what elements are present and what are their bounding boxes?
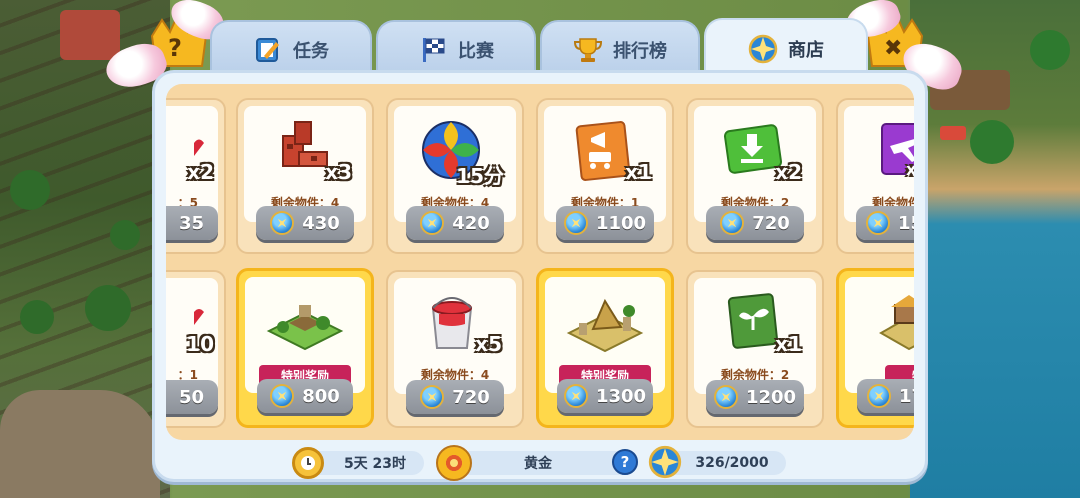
- tab-label: 商店: [788, 40, 824, 61]
- price-button[interactable]: 420: [406, 206, 504, 240]
- item-quantity: x2: [775, 160, 802, 184]
- price-value: 720: [452, 386, 490, 408]
- item-quantity: x5: [475, 332, 502, 356]
- trophy-icon: [573, 35, 603, 65]
- price-button[interactable]: 720: [406, 380, 504, 414]
- help-symbol: ?: [168, 34, 182, 62]
- tab-label: 排行榜: [613, 41, 667, 62]
- price-value: 35: [178, 212, 204, 234]
- shop-item-card[interactable]: 10 ：1 50: [166, 270, 226, 428]
- item-quantity: x1: [775, 332, 802, 356]
- item-quantity: x3: [325, 160, 352, 184]
- compass-coin-icon: [270, 211, 295, 235]
- shop-item-card-special[interactable]: 特别奖励 800: [236, 268, 374, 428]
- garden-plot-icon: [266, 305, 344, 351]
- price-value: 420: [452, 212, 490, 234]
- help-button[interactable]: ?: [100, 0, 229, 96]
- shop-item-card[interactable]: x1 剩余物件：1 1100: [536, 98, 674, 254]
- item-quantity: 10: [186, 332, 214, 356]
- shop-item-card[interactable]: x 剩余物件 15: [836, 98, 914, 254]
- item-quantity: x: [906, 160, 914, 179]
- compass-coin-icon: [720, 211, 745, 235]
- compass-coin-icon: [270, 384, 295, 408]
- price-value: 720: [752, 212, 790, 234]
- shop-item-card-special[interactable]: 特别奖励 1300: [536, 268, 674, 428]
- shop-item-card[interactable]: x2 ：5 35: [166, 98, 226, 254]
- price-value: 17: [899, 385, 914, 407]
- price-button[interactable]: 1100: [556, 206, 654, 240]
- compass-coin-icon: [420, 385, 445, 409]
- price-value: 50: [178, 386, 204, 408]
- checkered-flag-icon: [418, 35, 448, 65]
- shop-item-card[interactable]: x1 剩余物件：2 1200: [686, 270, 824, 428]
- league-pill: 黄金: [446, 451, 630, 475]
- tab-label: 任务: [293, 41, 329, 62]
- ruins-plot-icon: [566, 298, 644, 353]
- price-button[interactable]: 430: [256, 206, 354, 240]
- item-quantity: x2: [187, 160, 214, 184]
- league-name: 黄金: [524, 456, 552, 472]
- price-value: 1300: [595, 385, 647, 407]
- price-value: 1100: [595, 212, 647, 234]
- shop-item-card[interactable]: 15分 剩余物件：4 420: [386, 98, 524, 254]
- time-remaining: 5天 23时: [343, 456, 407, 472]
- compass-coin-icon: [748, 34, 778, 64]
- compass-coin-icon: [420, 211, 445, 235]
- item-quantity: x1: [625, 160, 652, 184]
- price-button[interactable]: 50: [166, 380, 218, 414]
- price-value: 15: [898, 212, 914, 234]
- market-plot-icon: [879, 295, 914, 351]
- points-progress: 326/2000: [695, 455, 769, 471]
- tab-label: 比赛: [458, 41, 494, 62]
- price-value: 1200: [745, 386, 797, 408]
- compass-coin-icon: [648, 445, 682, 479]
- compass-coin-icon: [563, 211, 588, 235]
- price-value: 800: [302, 385, 340, 407]
- shop-item-card[interactable]: x2 剩余物件：2 720: [686, 98, 824, 254]
- item-quantity: 15分: [456, 164, 504, 188]
- price-button[interactable]: 1300: [557, 379, 653, 413]
- question-icon: ?: [620, 453, 630, 471]
- price-button[interactable]: 1200: [706, 380, 804, 414]
- gear-emblem-icon: [436, 445, 472, 481]
- price-button[interactable]: 17: [857, 379, 914, 413]
- league-info-button[interactable]: ?: [612, 449, 638, 475]
- price-button[interactable]: 35: [166, 206, 218, 240]
- compass-coin-icon: [866, 211, 890, 235]
- shop-item-card[interactable]: x3 剩余物件：4 430: [236, 98, 374, 254]
- compass-coin-icon: [563, 384, 588, 408]
- clipboard-pencil-icon: [253, 35, 283, 65]
- compass-coin-icon: [713, 385, 738, 409]
- shop-item-card[interactable]: x5 剩余物件：4 720: [386, 270, 524, 428]
- price-button[interactable]: 800: [257, 379, 353, 413]
- shop-grid: x2 ：5 35 x3 剩余物件：4 430 15分 剩余物件：4 420 x1…: [166, 84, 914, 440]
- price-button[interactable]: 15: [856, 206, 914, 240]
- timer-icon: [292, 447, 324, 479]
- price-value: 430: [302, 212, 340, 234]
- close-button[interactable]: ✖: [841, 0, 968, 96]
- compass-coin-icon: [867, 384, 891, 408]
- tab-shop[interactable]: 商店: [704, 18, 868, 78]
- close-icon: ✖: [884, 36, 903, 61]
- price-button[interactable]: 720: [706, 206, 804, 240]
- shop-item-card-special[interactable]: 特别奖 17: [836, 268, 914, 428]
